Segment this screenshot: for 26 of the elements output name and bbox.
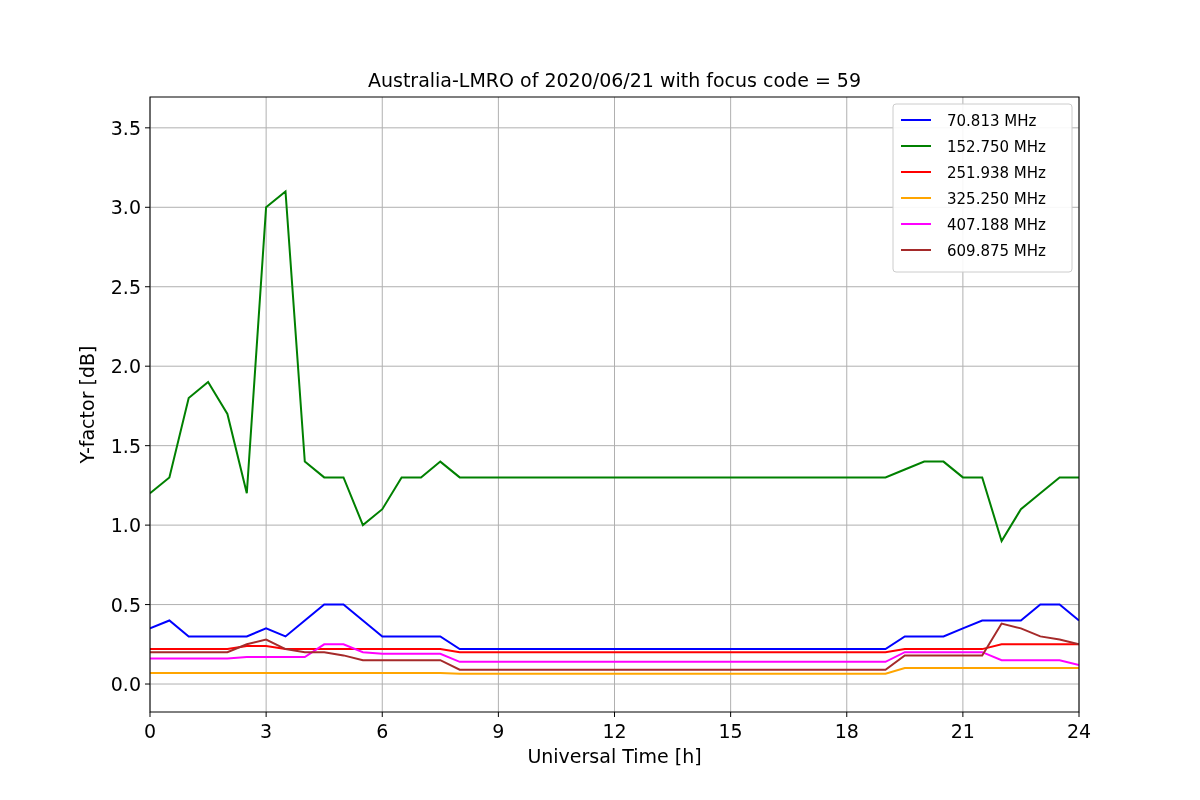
y-tick-label: 3.0 (110, 196, 141, 219)
x-tick-label: 18 (834, 720, 859, 742)
y-axis-label: Y-factor [dB] (76, 345, 98, 464)
y-tick-label: 1.0 (110, 514, 141, 537)
legend-label: 70.813 MHz (947, 112, 1037, 130)
y-tick-label: 2.0 (110, 355, 141, 378)
legend-label: 152.750 MHz (947, 138, 1046, 156)
legend-label: 251.938 MHz (947, 164, 1046, 182)
x-axis-label: Universal Time [h] (527, 745, 702, 767)
x-tick-label: 21 (950, 720, 975, 742)
x-tick-label: 15 (718, 720, 743, 742)
y-tick-label: 1.5 (110, 434, 141, 457)
x-tick-label: 3 (260, 720, 273, 742)
y-tick-label: 0.0 (110, 673, 141, 696)
legend-label: 609.875 MHz (947, 242, 1046, 260)
x-tick-label: 6 (376, 720, 389, 742)
x-tick-label: 9 (492, 720, 505, 742)
x-tick-label: 24 (1066, 720, 1092, 742)
legend-label: 407.188 MHz (947, 216, 1046, 234)
y-tick-label: 3.5 (110, 116, 141, 139)
chart-title: Australia-LMRO of 2020/06/21 with focus code = 59 (367, 69, 862, 91)
legend-label: 325.250 MHz (947, 190, 1046, 208)
x-tick-label: 0 (143, 720, 157, 742)
y-tick-label: 2.5 (110, 275, 141, 298)
x-tick-label: 12 (602, 720, 627, 742)
y-tick-label: 0.5 (110, 593, 141, 616)
